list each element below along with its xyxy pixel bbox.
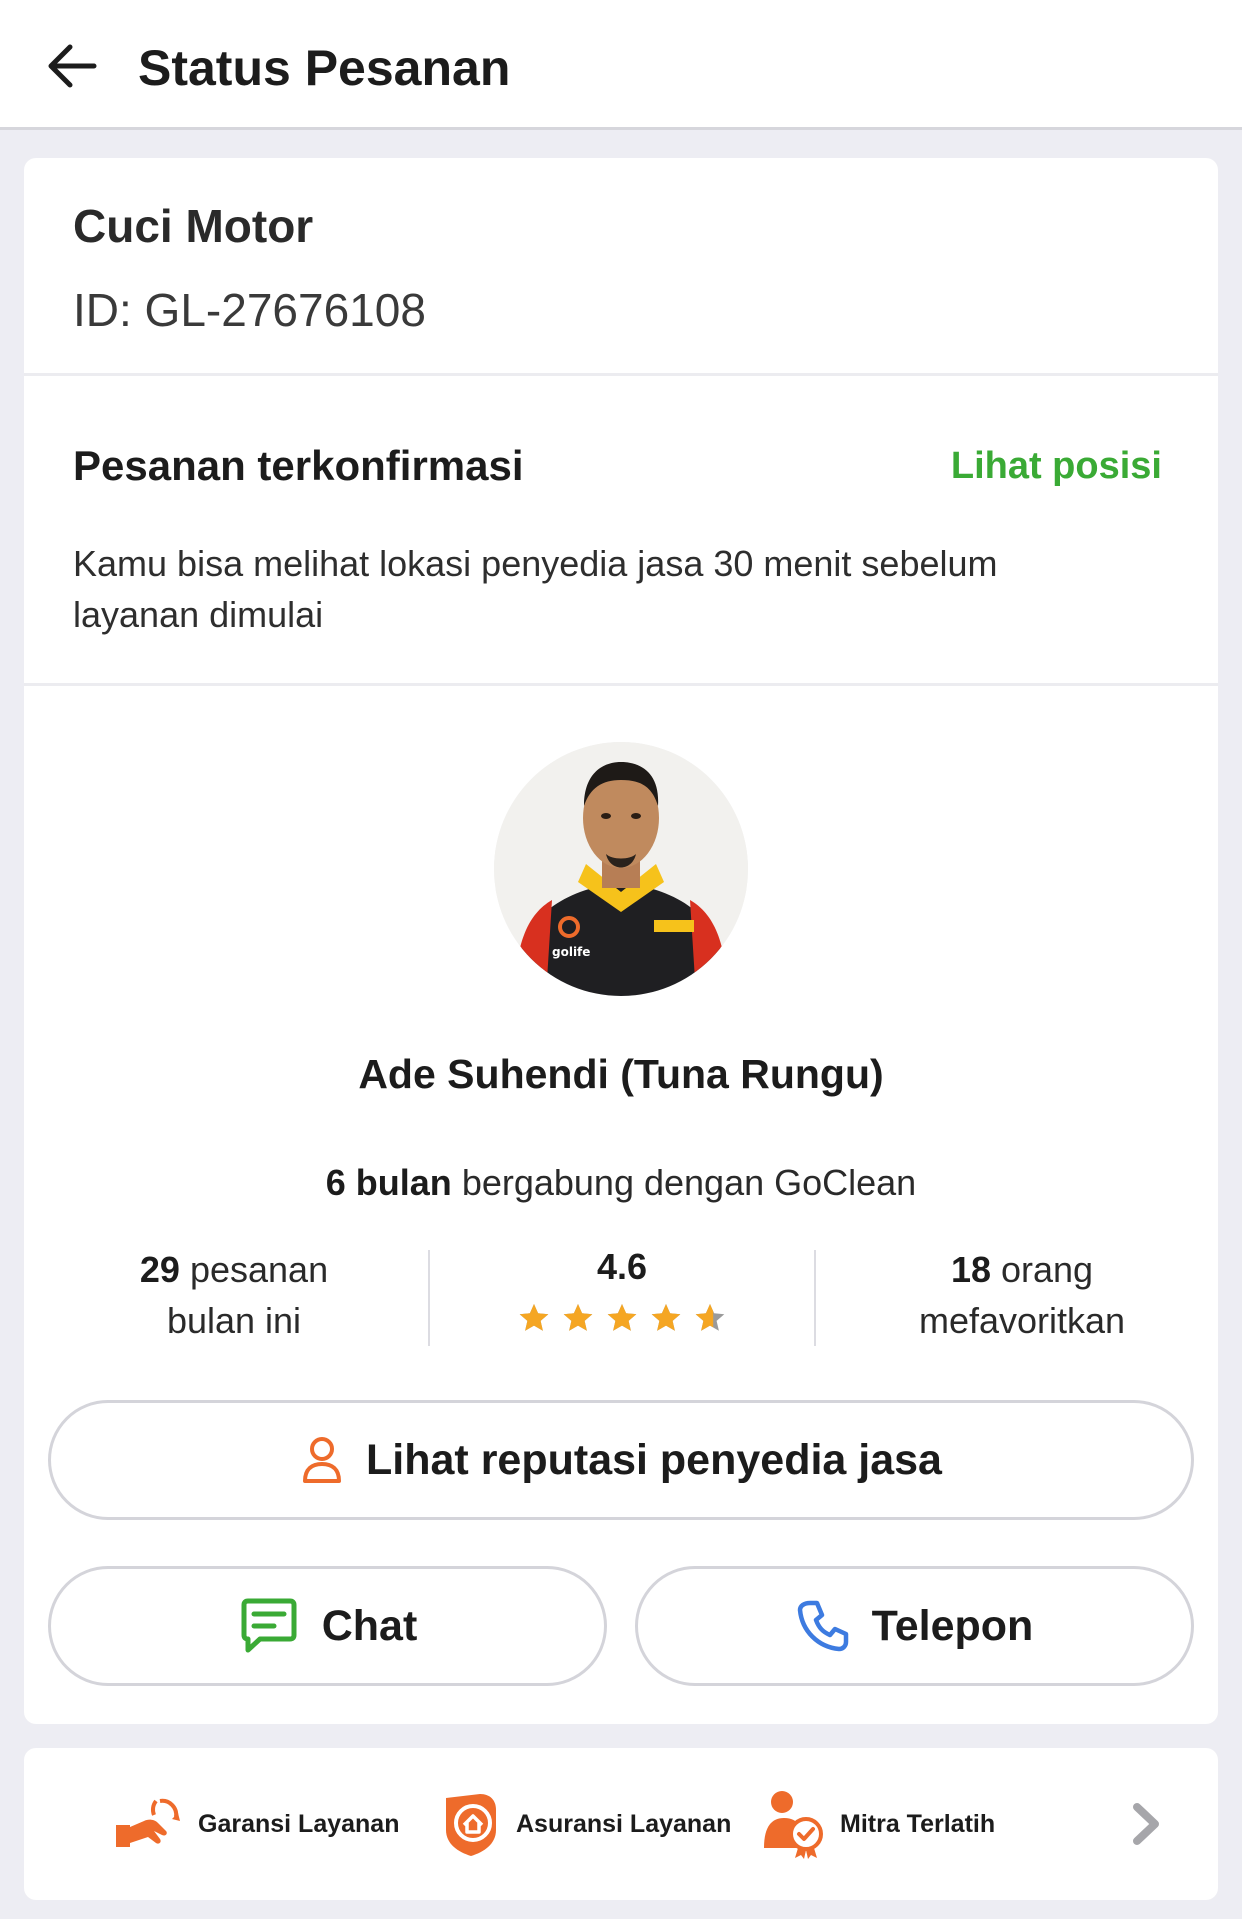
person-icon — [300, 1435, 344, 1485]
reputation-label: Lihat reputasi penyedia jasa — [366, 1435, 942, 1484]
back-button[interactable] — [34, 28, 110, 104]
feature-asuransi[interactable]: Asuransi Layanan — [440, 1748, 731, 1900]
call-button[interactable]: Telepon — [635, 1566, 1194, 1686]
feature-garansi[interactable]: Garansi Layanan — [114, 1748, 399, 1900]
star-icon — [518, 1296, 550, 1347]
chat-icon — [238, 1597, 300, 1655]
app-header: Status Pesanan — [0, 0, 1242, 130]
stat-favorites: 18 orang mefavoritkan — [872, 1244, 1172, 1346]
arrow-left-icon — [48, 44, 97, 88]
vest-logo-text: golife — [552, 945, 590, 959]
provider-tenure: 6 bulan bergabung dengan GoClean — [24, 1160, 1218, 1206]
view-position-link[interactable]: Lihat posisi — [951, 440, 1162, 492]
avatar: golife — [494, 742, 748, 996]
stat-rating: 4.6 — [452, 1244, 792, 1347]
stat-orders: 29 pesanan bulan ini — [104, 1244, 364, 1346]
tenure-value: 6 bulan — [325, 1162, 452, 1203]
phone-icon — [796, 1599, 850, 1653]
fav-subtext: mefavoritkan — [918, 1300, 1126, 1341]
status-description: Kamu bisa melihat lokasi penyedia jasa 3… — [73, 543, 998, 635]
order-status: Pesanan terkonfirmasi Lihat posisi Kamu … — [24, 376, 1218, 686]
chat-label: Chat — [321, 1601, 418, 1650]
star-icon — [650, 1296, 682, 1347]
orders-subtext: bulan ini — [166, 1300, 302, 1341]
status-title: Pesanan terkonfirmasi — [73, 442, 524, 489]
star-icon — [562, 1296, 594, 1347]
feature-label: Mitra Terlatih — [840, 1809, 996, 1838]
order-info: Cuci Motor ID: GL-27676108 — [24, 158, 1218, 376]
service-name: Cuci Motor — [73, 200, 314, 252]
fav-value: 18 — [950, 1249, 991, 1290]
rating-value: 4.6 — [596, 1246, 648, 1287]
orders-value: 29 — [139, 1249, 180, 1290]
shield-home-icon — [440, 1790, 502, 1858]
feature-label: Garansi Layanan — [198, 1809, 400, 1838]
orders-text: pesanan — [179, 1249, 329, 1290]
chat-button[interactable]: Chat — [48, 1566, 607, 1686]
fav-text: orang — [990, 1249, 1094, 1290]
provider-stats: 29 pesanan bulan ini 4.6 18 orang mefavo… — [24, 1244, 1218, 1347]
tenure-text: bergabung dengan GoClean — [451, 1162, 917, 1203]
call-label: Telepon — [871, 1601, 1034, 1650]
view-reputation-button[interactable]: Lihat reputasi penyedia jasa — [48, 1400, 1194, 1520]
feature-label: Asuransi Layanan — [516, 1809, 732, 1838]
handshake-refresh-icon — [114, 1795, 184, 1853]
stat-divider — [814, 1250, 816, 1346]
service-features: Garansi Layanan Asuransi Layanan Mitra T… — [24, 1748, 1218, 1900]
stat-divider — [428, 1250, 430, 1346]
star-icon — [694, 1296, 726, 1347]
chevron-right-icon[interactable] — [1120, 1798, 1172, 1850]
provider-name: Ade Suhendi (Tuna Rungu) — [358, 1051, 884, 1097]
star-icon — [606, 1296, 638, 1347]
provider-photo: golife — [494, 742, 748, 996]
provider-info: golife Ade Suhendi (Tuna Rungu) 6 bulan … — [24, 686, 1218, 1724]
page-title: Status Pesanan — [138, 40, 511, 96]
order-card: Cuci Motor ID: GL-27676108 Pesanan terko… — [24, 158, 1218, 1724]
order-id: ID: GL-27676108 — [73, 284, 426, 336]
feature-mitra[interactable]: Mitra Terlatih — [762, 1748, 995, 1900]
certified-person-icon — [762, 1788, 826, 1860]
rating-stars — [452, 1296, 792, 1347]
